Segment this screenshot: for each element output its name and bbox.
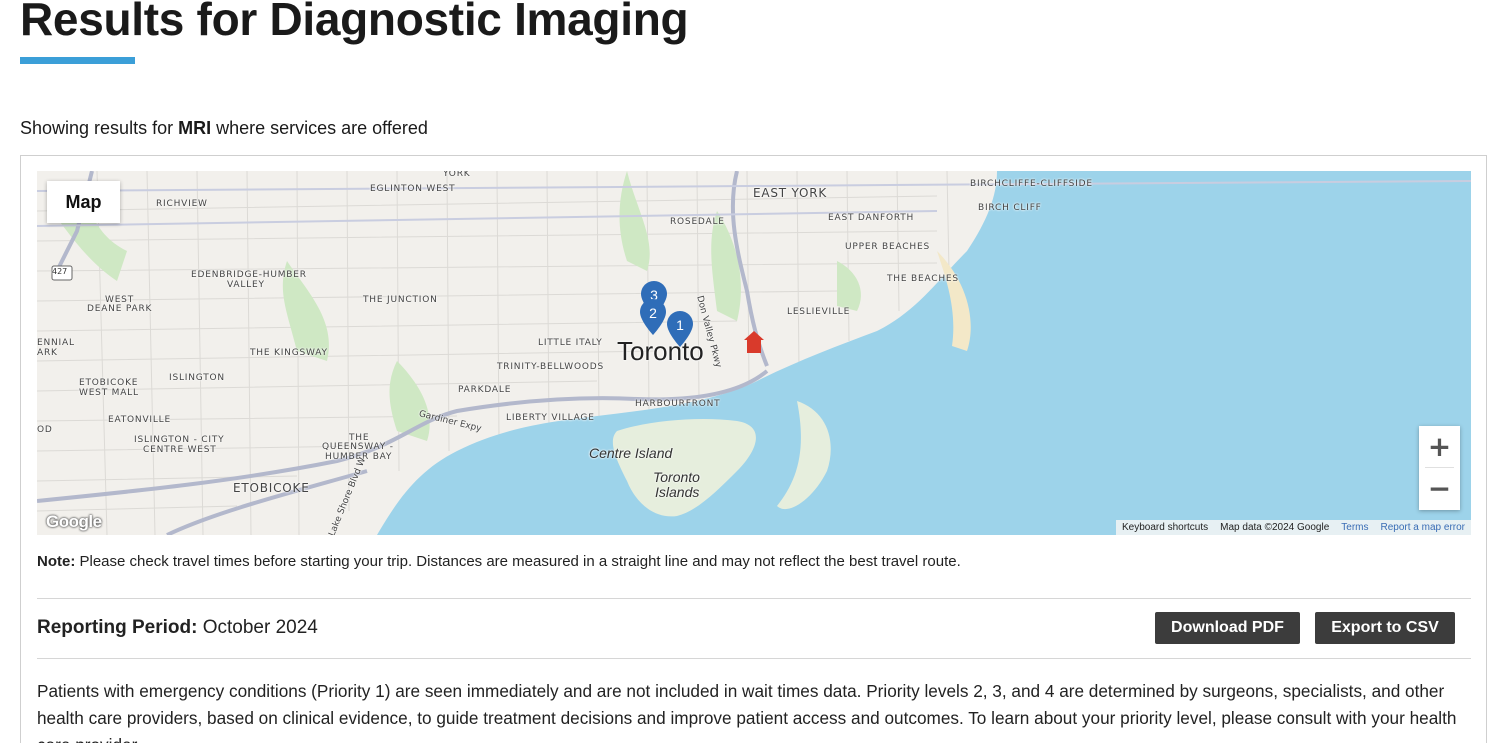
map-label-upper-beaches: UPPER BEACHES (845, 242, 930, 252)
map-label-liberty-village: LIBERTY VILLAGE (506, 413, 595, 423)
map-label-the-beaches: THE BEACHES (887, 274, 959, 284)
map-label-islington-city-1: ISLINGTON - CITY (134, 435, 225, 445)
service-name: MRI (178, 118, 212, 138)
map-label-ark: ARK (37, 348, 58, 358)
title-underline (20, 57, 135, 64)
reporting-period-value: October 2024 (202, 617, 318, 638)
map-label-rosedale: ROSEDALE (670, 217, 725, 227)
zoom-in-button[interactable]: + (1419, 426, 1460, 467)
export-csv-button[interactable]: Export to CSV (1315, 612, 1455, 644)
divider (37, 598, 1471, 599)
map-data-text: Map data ©2024 Google (1220, 522, 1330, 533)
map-label-the-kingsway: THE KINGSWAY (250, 348, 328, 358)
map-label-birch-cliff: BIRCH CLIFF (978, 203, 1042, 213)
map-label-the-junction: THE JUNCTION (363, 295, 438, 305)
map-label-deane-park: DEANE PARK (87, 304, 153, 314)
results-summary-suffix: where services are offered (216, 118, 428, 138)
map-label-valley: VALLEY (227, 280, 265, 290)
travel-note: Note: Please check travel times before s… (37, 553, 961, 570)
zoom-out-button[interactable]: − (1419, 468, 1460, 509)
reporting-period: Reporting Period: October 2024 (37, 617, 318, 639)
download-pdf-button[interactable]: Download PDF (1155, 612, 1300, 644)
google-logo: Google (46, 512, 102, 531)
map-attribution: Keyboard shortcuts Map data ©2024 Google… (1115, 520, 1471, 535)
map-label-etobicoke-west-mall-1: ETOBICOKE (79, 378, 139, 388)
map-label-richview: RICHVIEW (156, 199, 208, 209)
results-summary: Showing results for MRI where services a… (20, 118, 428, 139)
note-text: Please check travel times before startin… (79, 553, 961, 570)
pin-2-label: 2 (649, 305, 657, 321)
keyboard-shortcuts-link[interactable]: Keyboard shortcuts (1116, 520, 1214, 535)
map-label-toronto-islands-2: Islands (655, 484, 700, 500)
map-label-leslieville: LESLIEVILLE (787, 307, 851, 317)
results-panel: 427 YORK EGLINTON WEST RICHVIEW ROSEDALE… (20, 155, 1487, 743)
zoom-controls: + − (1419, 426, 1460, 510)
location-pin-2[interactable]: 2 (640, 299, 666, 335)
map-label-eglinton-west: EGLINTON WEST (370, 184, 456, 194)
note-label: Note: (37, 553, 76, 570)
map-label-etobicoke: ETOBICOKE (233, 481, 310, 495)
home-marker-icon[interactable] (744, 331, 764, 358)
map-label-islington: ISLINGTON (169, 373, 225, 383)
map-label-little-italy: LITTLE ITALY (538, 338, 603, 348)
map-label-islington-city-2: CENTRE WEST (143, 445, 217, 455)
terms-link[interactable]: Terms (1335, 520, 1374, 535)
map-type-button[interactable]: Map (47, 181, 120, 223)
map-label-parkdale: PARKDALE (458, 385, 512, 395)
page-title: Results for Diagnostic Imaging (20, 0, 689, 45)
pin-1-label: 1 (676, 317, 684, 333)
map[interactable]: 427 YORK EGLINTON WEST RICHVIEW ROSEDALE… (37, 171, 1471, 535)
divider (37, 658, 1471, 659)
map-label-centre-island: Centre Island (589, 445, 673, 461)
map-label-birchcliffe: BIRCHCLIFFE-CLIFFSIDE (970, 179, 1093, 189)
map-label-trinity-bellwoods: TRINITY-BELLWOODS (497, 362, 605, 372)
map-label-edenbridge: EDENBRIDGE-HUMBER (191, 270, 307, 280)
map-label-etobicoke-west-mall-2: WEST MALL (79, 388, 139, 398)
highway-427-label: 427 (52, 267, 68, 276)
map-label-harbourfront: HARBOURFRONT (635, 399, 721, 409)
report-map-error-link[interactable]: Report a map error (1375, 520, 1471, 535)
map-label-east-danforth: EAST DANFORTH (828, 213, 915, 223)
map-label-od: OD (37, 425, 53, 435)
map-label-toronto-islands-1: Toronto (653, 469, 700, 485)
priority-info-paragraph: Patients with emergency conditions (Prio… (37, 681, 1457, 743)
map-label-queensway-2: QUEENSWAY - (322, 442, 394, 452)
map-label-ennial: ENNIAL (37, 338, 75, 348)
location-pin-1[interactable]: 1 (667, 311, 693, 347)
map-label-east-york: EAST YORK (753, 186, 828, 200)
results-summary-prefix: Showing results for (20, 118, 174, 138)
map-label-eatonville: EATONVILLE (108, 415, 171, 425)
reporting-period-label: Reporting Period: (37, 617, 198, 638)
map-label-york: YORK (443, 171, 471, 179)
